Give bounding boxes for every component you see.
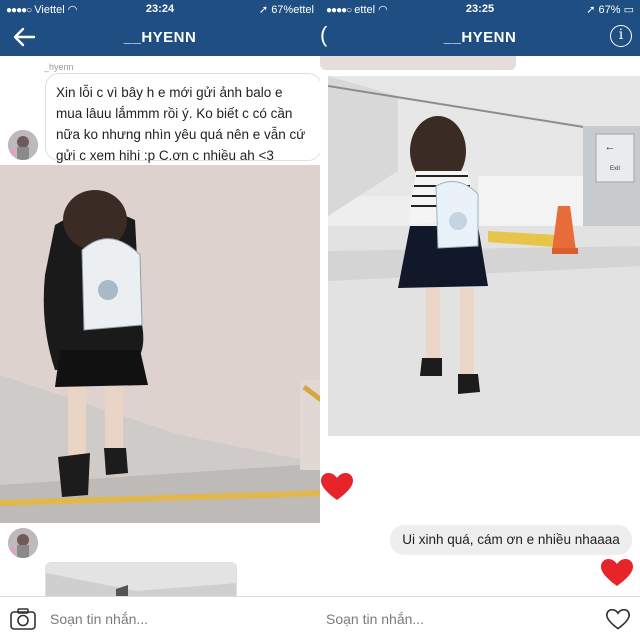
photo-girl-backpack: ← Exit <box>328 76 640 436</box>
battery-label: 67%ettel <box>271 4 314 16</box>
sender-name: _hyenn <box>44 62 74 72</box>
exit-sign-arrow: ← <box>605 141 616 153</box>
heart-icon[interactable] <box>320 472 354 502</box>
info-icon[interactable]: i <box>610 25 632 47</box>
conversation-title: __HYENN <box>123 29 197 46</box>
exit-sign-text: Exit <box>610 166 620 172</box>
conversation-screen-left: ●●●●○ Viettel ◠ 23:24 ➚ 67%ettel __HYENN… <box>0 0 320 640</box>
composer-bar: Soạn tin nhắn... <box>320 596 640 640</box>
status-right: ➚ 67% ▭ <box>586 3 634 16</box>
photo-girl-backpack <box>0 165 320 523</box>
composer-bar: Soạn tin nhắn... <box>0 596 320 640</box>
message-input[interactable]: Soạn tin nhắn... <box>50 611 148 627</box>
message-bubble-incoming[interactable]: Xin lỗi c vì bây h e mới gửi ảnh balo e … <box>45 73 320 163</box>
message-photo-partial[interactable] <box>45 562 237 596</box>
heart-outline-icon[interactable] <box>606 609 630 630</box>
message-photo[interactable] <box>0 165 320 523</box>
battery-label: 67% <box>598 4 621 16</box>
conversation-title: __HYENN <box>443 29 517 46</box>
nav-bar: ( __HYENN i <box>320 18 640 56</box>
status-bar: ●●●●○ ettel ◠ 23:25 ➚ 67% ▭ <box>320 0 640 18</box>
message-photo-partial[interactable] <box>320 56 516 70</box>
nav-bar: __HYENN <box>0 18 320 56</box>
conversation-screen-right: ●●●●○ ettel ◠ 23:25 ➚ 67% ▭ ( __HYENN i … <box>320 0 640 640</box>
heart-icon[interactable] <box>600 558 634 588</box>
location-icon: ➚ <box>586 4 596 16</box>
location-icon: ➚ <box>258 4 269 16</box>
status-bar: ●●●●○ Viettel ◠ 23:24 ➚ 67%ettel <box>0 0 320 18</box>
message-bubble-outgoing[interactable]: Ui xinh quá, cám ơn e nhiều nhaaaa <box>390 525 632 555</box>
status-right: ➚ 67%ettel <box>259 3 314 16</box>
message-input[interactable]: Soạn tin nhắn... <box>326 611 424 627</box>
message-photo[interactable]: ← Exit <box>328 76 640 436</box>
battery-icon: ▭ <box>623 4 634 16</box>
avatar[interactable] <box>8 528 38 558</box>
camera-icon[interactable] <box>10 608 36 630</box>
avatar[interactable] <box>8 130 38 160</box>
